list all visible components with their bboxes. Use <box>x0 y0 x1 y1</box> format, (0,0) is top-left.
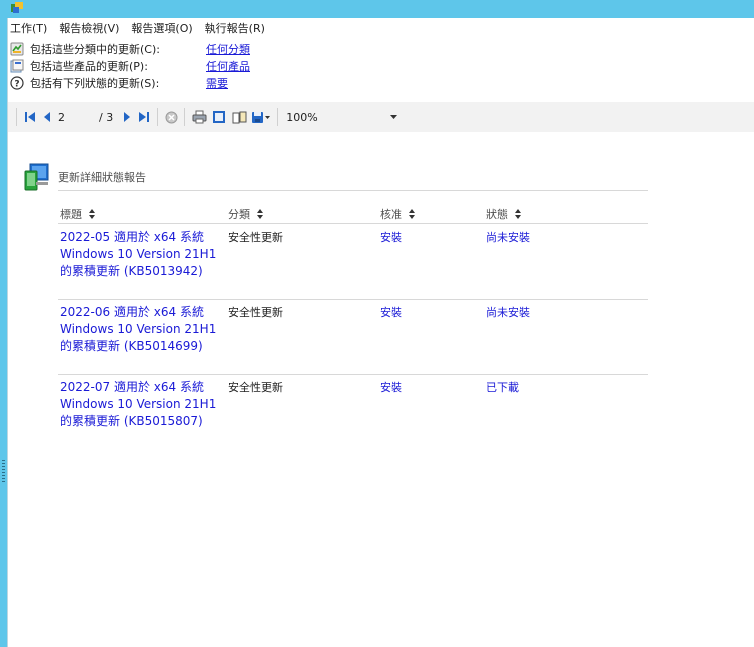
status-cell: 尚未安裝 <box>486 231 530 244</box>
toolbar-grip <box>16 108 17 126</box>
title-bar <box>7 0 754 18</box>
sort-icon <box>409 209 415 219</box>
toolbar-separator <box>277 108 279 126</box>
total-pages: / 3 <box>99 110 114 124</box>
menu-run-report[interactable]: 執行報告(R) <box>205 20 265 38</box>
chevron-down-icon <box>390 114 398 119</box>
filter-value-link[interactable]: 任何產品 <box>206 58 250 74</box>
approval-cell: 安裝 <box>380 306 402 319</box>
update-title-link[interactable]: 2022-07 適用於 x64 系統 Windows 10 Version 21… <box>60 379 218 430</box>
column-label: 核准 <box>380 208 402 221</box>
filter-classification: 包括這些分類中的更新(C): 任何分類 <box>10 40 250 57</box>
export-icon[interactable] <box>249 107 273 127</box>
app-icon <box>11 2 23 13</box>
previous-page-icon[interactable] <box>39 107 55 127</box>
column-header-status[interactable]: 狀態 <box>486 206 521 222</box>
svg-text:?: ? <box>14 79 19 89</box>
help-icon: ? <box>10 75 24 90</box>
first-page-icon[interactable] <box>21 107 39 127</box>
menu-report-view[interactable]: 報告檢視(V) <box>59 20 119 38</box>
status-cell: 已下載 <box>486 381 519 394</box>
report-icon <box>24 163 49 191</box>
report-filters: 包括這些分類中的更新(C): 任何分類 包括這些產品的更新(P): 任何產品 ?… <box>10 40 250 91</box>
column-label: 狀態 <box>486 208 508 221</box>
page-setup-icon[interactable] <box>229 107 249 127</box>
print-layout-icon[interactable] <box>209 107 229 127</box>
zoom-dropdown[interactable]: 100% <box>286 107 402 127</box>
splitter-grip[interactable] <box>2 460 5 482</box>
toolbar-separator <box>184 108 186 126</box>
classification-cell: 安全性更新 <box>228 381 283 394</box>
column-header-classification[interactable]: 分類 <box>228 206 263 222</box>
table-row: 2022-06 適用於 x64 系統 Windows 10 Version 21… <box>58 300 648 375</box>
report-rows: 2022-05 適用於 x64 系統 Windows 10 Version 21… <box>58 225 648 450</box>
filter-label: 包括這些分類中的更新(C): <box>30 42 160 56</box>
zoom-value: 100% <box>286 110 318 124</box>
report-title: 更新詳細狀態報告 <box>58 171 146 184</box>
table-row: 2022-05 適用於 x64 系統 Windows 10 Version 21… <box>58 225 648 300</box>
current-page-input[interactable] <box>55 108 95 126</box>
next-page-icon[interactable] <box>119 107 135 127</box>
filter-value-link[interactable]: 需要 <box>206 75 228 91</box>
menu-bar: 工作(T) 報告檢視(V) 報告選項(O) 執行報告(R) <box>10 20 265 38</box>
update-title-link[interactable]: 2022-05 適用於 x64 系統 Windows 10 Version 21… <box>60 229 218 280</box>
report-toolbar: / 3 100% <box>8 102 754 132</box>
filter-status: ? 包括有下列狀態的更新(S): 需要 <box>10 74 250 91</box>
table-header: 標題 分類 核准 狀態 <box>58 200 648 224</box>
last-page-icon[interactable] <box>135 107 153 127</box>
toolbar-separator <box>157 108 159 126</box>
report-header: 更新詳細狀態報告 <box>22 162 146 192</box>
table-row: 2022-07 適用於 x64 系統 Windows 10 Version 21… <box>58 375 648 450</box>
sort-icon <box>515 209 521 219</box>
product-icon <box>10 59 24 72</box>
column-header-approval[interactable]: 核准 <box>380 206 415 222</box>
column-label: 標題 <box>60 208 82 221</box>
menu-report-options[interactable]: 報告選項(O) <box>131 20 192 38</box>
filter-label: 包括這些產品的更新(P): <box>30 59 148 73</box>
filter-value-link[interactable]: 任何分類 <box>206 41 250 57</box>
approval-cell: 安裝 <box>380 231 402 244</box>
classification-cell: 安全性更新 <box>228 306 283 319</box>
approval-cell: 安裝 <box>380 381 402 394</box>
classification-icon <box>10 42 24 55</box>
filter-label: 包括有下列狀態的更新(S): <box>30 76 160 90</box>
filter-product: 包括這些產品的更新(P): 任何產品 <box>10 57 250 74</box>
print-icon[interactable] <box>189 107 209 127</box>
column-label: 分類 <box>228 208 250 221</box>
update-title-link[interactable]: 2022-06 適用於 x64 系統 Windows 10 Version 21… <box>60 304 218 355</box>
status-cell: 尚未安裝 <box>486 306 530 319</box>
column-header-title[interactable]: 標題 <box>60 206 95 222</box>
menu-task[interactable]: 工作(T) <box>10 20 47 38</box>
report-divider <box>58 190 648 191</box>
sort-icon <box>89 209 95 219</box>
classification-cell: 安全性更新 <box>228 231 283 244</box>
sort-icon <box>257 209 263 219</box>
stop-icon[interactable] <box>162 107 180 127</box>
window-left-border <box>0 0 7 647</box>
